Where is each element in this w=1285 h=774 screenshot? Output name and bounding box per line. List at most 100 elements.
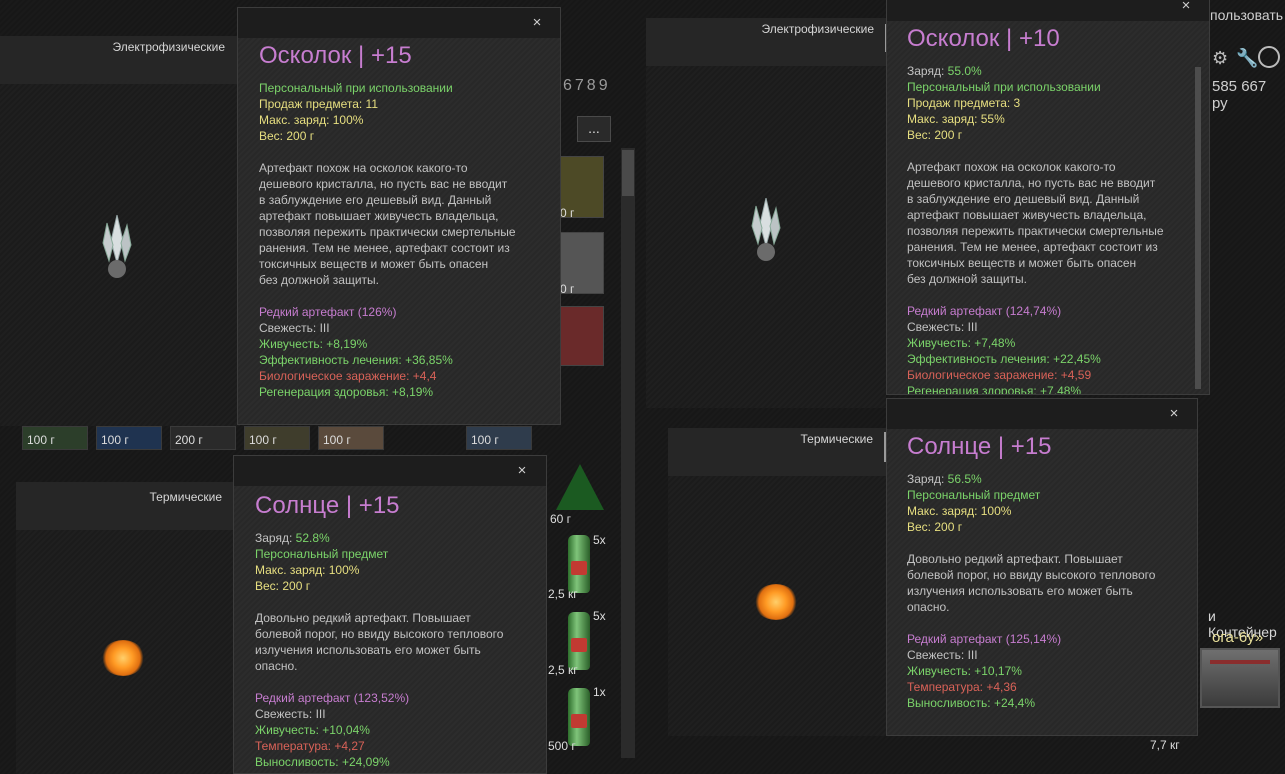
detail-line: Эффективность лечения: +22,45% [907, 352, 1101, 366]
red-camo-item[interactable] [558, 306, 604, 366]
item-name: Осколок | +15 [259, 42, 412, 69]
detail-line: Артефакт похож на осколок какого-то [907, 160, 1116, 174]
detail-line: Температура: +4,27 [255, 739, 365, 753]
detail-line: Персональный предмет [907, 488, 1041, 502]
inventory-slot[interactable]: 200 г [170, 426, 236, 450]
item-name: Солнце | +15 [255, 492, 400, 519]
tooltip-titlebar [887, 399, 1197, 429]
top-right-label[interactable]: пользовать [1210, 7, 1283, 23]
detail-line: Редкий артефакт (125,14%) [907, 632, 1062, 646]
tooltip-scrollbar[interactable] [1195, 67, 1201, 389]
close-icon[interactable]: × [515, 463, 529, 478]
charge-value: 55.0% [947, 64, 982, 78]
tooltip-titlebar [238, 8, 560, 38]
detail-line: Вес: 200 г [255, 579, 311, 593]
detail-line: Заряд: 52.8% [255, 531, 330, 545]
bottle-item[interactable] [568, 688, 590, 746]
detail-line: в заблуждение его дешевый вид. Данный [259, 193, 492, 207]
detail-line: Артефакт похож на осколок какого-то [259, 161, 468, 175]
detail-line: Макс. заряд: 100% [259, 113, 364, 127]
item-details: Персональный при использовании Продаж пре… [259, 80, 516, 400]
detail-line: Персональный предмет [255, 547, 389, 561]
inventory-slot[interactable]: 100 г [318, 426, 384, 450]
detail-line: Свежесть: III [255, 707, 326, 721]
sun-artifact-icon[interactable] [101, 640, 145, 676]
close-icon[interactable]: × [1179, 0, 1193, 13]
detail-line: опасно. [255, 659, 298, 673]
detail-line: Свежесть: III [907, 320, 978, 334]
charge-value: 56.5% [947, 472, 982, 486]
detail-line: опасно. [907, 600, 950, 614]
detail-line: Редкий артефакт (124,74%) [907, 304, 1062, 318]
settings-icon[interactable]: ⚙ [1212, 48, 1228, 69]
detail-line: дешевого кристалла, но пусть вас не ввод… [907, 176, 1156, 190]
detail-line: Живучесть: +8,19% [259, 337, 368, 351]
bottle-quantity: 5x [593, 609, 606, 623]
detail-line: Регенерация здоровья: +8,19% [259, 385, 434, 399]
charge-value: 52.8% [295, 531, 330, 545]
inventory-scrollbar-thumb[interactable] [622, 150, 634, 196]
detail-line: Редкий артефакт (123,52%) [255, 691, 410, 705]
inventory-slot[interactable]: 100 г [22, 426, 88, 450]
bottle-item[interactable] [568, 535, 590, 593]
shard-artifact-icon[interactable] [748, 198, 784, 264]
sun-artifact-icon[interactable] [754, 584, 798, 620]
detail-line: Эффективность лечения: +36,85% [259, 353, 453, 367]
detail-line: Свежесть: III [907, 648, 978, 662]
christmas-tree-item[interactable] [556, 464, 604, 510]
tooltip-titlebar [887, 0, 1209, 21]
detail-line: позволяя пережить практически смертельны… [907, 224, 1164, 238]
item-details: Заряд: 55.0% Персональный при использован… [907, 63, 1164, 395]
container-name: ога-6у» [1212, 629, 1264, 646]
inventory-slot[interactable]: 100 г [96, 426, 162, 450]
detail-line: Живучесть: +10,17% [907, 664, 1022, 678]
item-details: Заряд: 56.5% Персональный предмет Макс. за… [907, 471, 1155, 711]
inventory-scrollbar[interactable] [621, 148, 635, 758]
item-tooltip: × Солнце | +15 Заряд: 52.8% Персональный … [233, 455, 547, 774]
item-name: Осколок | +10 [907, 25, 1060, 52]
close-icon[interactable]: × [1167, 406, 1181, 421]
detail-line: Выносливость: +24,4% [907, 696, 1035, 710]
inventory-slot[interactable]: 100 г [466, 426, 532, 450]
inventory-slot[interactable]: 100 г [244, 426, 310, 450]
item-category: Электрофизические [112, 40, 225, 54]
detail-line: болевой порог, но ввиду высокого теплово… [255, 627, 504, 641]
bottle-quantity: 5x [593, 533, 606, 547]
bottle-weight: 2,5 кг [548, 587, 578, 601]
weight-label: 7,7 кг [1150, 738, 1180, 752]
detail-line: Персональный при использовании [907, 80, 1101, 94]
detail-line: Довольно редкий артефакт. Повышает [907, 552, 1123, 566]
detail-line: Вес: 200 г [907, 128, 963, 142]
bottle-quantity: 1x [593, 685, 606, 699]
detail-line: Регенерация здоровья: +7,48% [907, 384, 1082, 395]
detail-line: Макс. заряд: 100% [907, 504, 1012, 518]
item-tooltip: × Осколок | +15 Персональный при использ… [237, 7, 561, 425]
money-label: 585 667 ру [1212, 78, 1267, 112]
detail-line: в заблуждение его дешевый вид. Данный [907, 192, 1140, 206]
bottle-item[interactable] [568, 612, 590, 670]
item-category: Термические [149, 490, 222, 504]
crate-icon[interactable] [1200, 648, 1280, 708]
item-details: Заряд: 52.8% Персональный предмет Макс. за… [255, 530, 503, 770]
wrench-icon[interactable]: 🔧 [1236, 48, 1258, 69]
more-button[interactable]: ... [577, 116, 611, 142]
close-icon[interactable]: × [530, 15, 544, 30]
detail-line: Температура: +4,36 [907, 680, 1017, 694]
detail-line: Довольно редкий артефакт. Повышает [255, 611, 471, 625]
detail-line: Персональный при использовании [259, 81, 453, 95]
detail-line: токсичных веществ и может быть опасен [259, 257, 489, 271]
grid-weight-label: 0 г [560, 206, 575, 220]
hazard-icon[interactable] [1258, 46, 1280, 68]
detail-line: токсичных веществ и может быть опасен [907, 256, 1137, 270]
detail-line: излучения использовать его может быть [255, 643, 481, 657]
detail-line: без должной защиты. [259, 273, 379, 287]
detail-line: Живучесть: +7,48% [907, 336, 1016, 350]
shard-artifact-icon[interactable] [99, 215, 135, 281]
